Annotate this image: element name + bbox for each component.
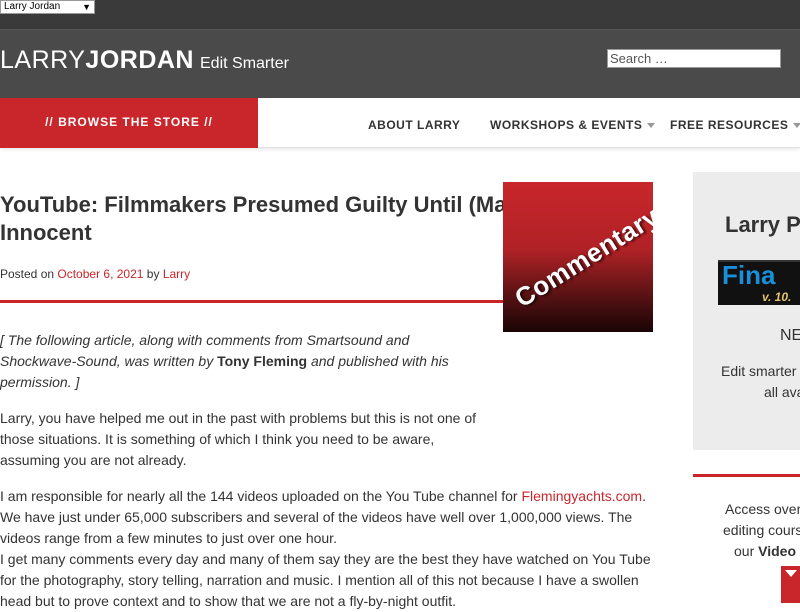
nav-item-label: ABOUT LARRY — [368, 118, 461, 132]
nav-item-label: WORKSHOPS & EVENTS — [490, 118, 643, 132]
body-text: I get many comments every day and many o… — [0, 551, 651, 609]
intro-paragraph: [ The following article, along with comm… — [0, 330, 480, 393]
article-meta: Posted on October 6, 2021 by Larry — [0, 267, 190, 281]
search-input[interactable]: Search … — [607, 49, 781, 68]
nav-item-workshops-events[interactable]: WORKSHOPS & EVENTS — [490, 118, 656, 132]
top-bar: Larry Jordan ▼ — [0, 0, 800, 30]
chevron-down-icon — [785, 570, 797, 577]
widget-description: all ava — [764, 384, 800, 400]
chevron-down-icon: ▼ — [82, 2, 91, 12]
body-paragraph: I am responsible for nearly all the 144 … — [0, 486, 655, 612]
by-label: by — [146, 267, 160, 281]
posted-on-label: Posted on — [0, 267, 55, 281]
widget-new-label: NE — [780, 327, 800, 344]
author-link[interactable]: Larry — [163, 267, 190, 281]
widget-description: Edit smarter — [721, 363, 797, 379]
widget-text: our Video — [734, 543, 796, 559]
main-nav: // BROWSE THE STORE // ABOUT LARRY WORKS… — [0, 98, 800, 148]
site-header: LARRYJORDAN Edit Smarter Search … — [0, 30, 800, 98]
commentary-image: Commentary — [503, 182, 653, 332]
chevron-down-icon — [647, 123, 656, 129]
body-text: I am responsible for nearly all the 144 … — [0, 488, 522, 504]
banner-version-text: v. 10. — [762, 290, 792, 304]
logo-tagline: Edit Smarter — [200, 55, 289, 72]
widget-text-bold: Video — [758, 543, 796, 559]
logo-light-text: LARRY — [0, 46, 86, 74]
logo-bold-text: JORDAN — [85, 46, 194, 74]
author-name: Tony Fleming — [217, 353, 308, 369]
chevron-down-icon — [793, 123, 800, 129]
banner-main-text: Fina — [722, 260, 776, 290]
sidebar: Larry P Fina v. 10. NE Edit smarter all … — [693, 172, 800, 603]
sidebar-access-widget: Access over editing cours our Video — [693, 474, 800, 603]
nav-item-free-resources[interactable]: FREE RESOURCES — [670, 118, 800, 132]
post-date-link[interactable]: October 6, 2021 — [57, 267, 143, 281]
sidebar-promo-widget: Larry P Fina v. 10. NE Edit smarter all … — [693, 172, 800, 450]
site-select-value: Larry Jordan — [4, 1, 61, 12]
final-cut-banner[interactable]: Fina v. 10. — [718, 260, 800, 305]
site-logo[interactable]: LARRYJORDAN Edit Smarter — [0, 46, 289, 76]
widget-text: Access over — [725, 501, 800, 517]
nav-item-about-larry[interactable]: ABOUT LARRY — [368, 118, 460, 132]
widget-title: Larry P — [725, 212, 800, 237]
site-select-dropdown[interactable]: Larry Jordan ▼ — [0, 0, 95, 14]
widget-text: editing cours — [723, 522, 800, 538]
flemingyachts-link[interactable]: Flemingyachts.com — [521, 488, 642, 504]
sidebar-dropdown-button[interactable] — [781, 566, 800, 603]
widget-text-part: our — [734, 543, 759, 559]
body-paragraph: Larry, you have helped me out in the pas… — [0, 410, 477, 468]
browse-store-button[interactable]: // BROWSE THE STORE // — [0, 98, 258, 148]
commentary-image-text: Commentary — [509, 200, 653, 314]
nav-item-label: FREE RESOURCES — [670, 118, 789, 132]
